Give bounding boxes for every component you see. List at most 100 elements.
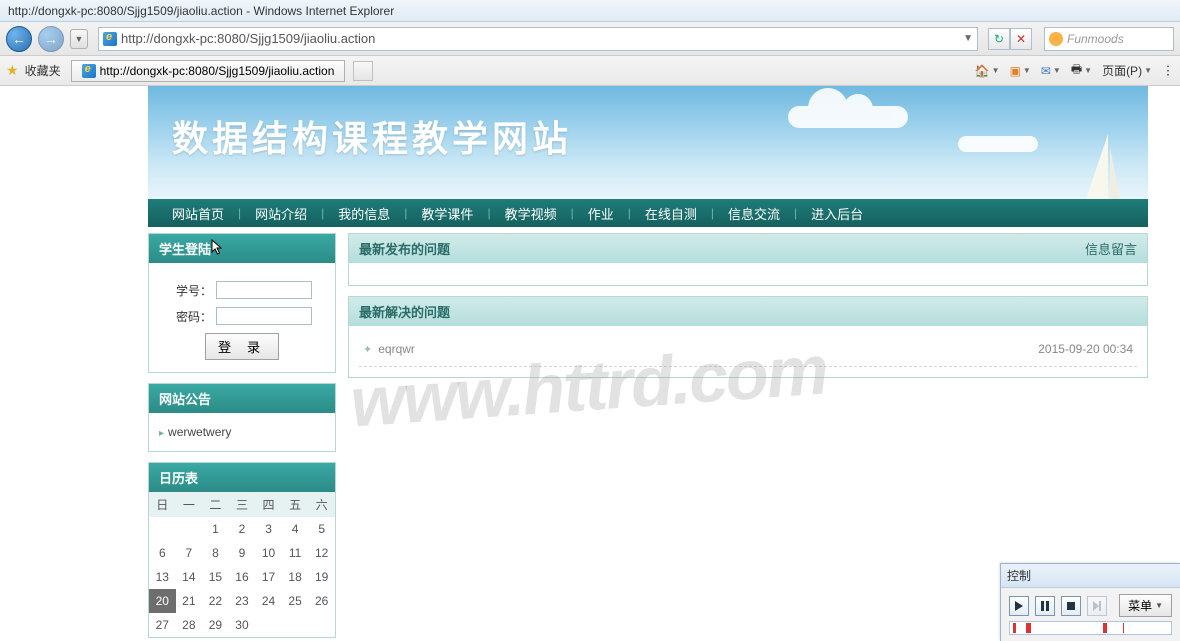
ie-icon bbox=[82, 64, 96, 78]
favorites-star-icon[interactable]: ★ bbox=[6, 62, 19, 79]
read-mail-button[interactable]: ✉▼ bbox=[1041, 64, 1061, 78]
search-placeholder: Funmoods bbox=[1067, 32, 1124, 46]
address-dropdown[interactable]: ▼ bbox=[963, 33, 973, 44]
leave-message-link[interactable]: 信息留言 bbox=[1085, 239, 1137, 258]
back-button[interactable]: ← bbox=[6, 26, 32, 52]
solved-posts-panel: 最新解决的问题 ✦ eqrqwr 2015-09-20 00:34 bbox=[348, 296, 1148, 378]
password-label: 密码： bbox=[172, 308, 212, 325]
login-button[interactable]: 登 录 bbox=[205, 333, 279, 360]
calendar-day[interactable]: 6 bbox=[149, 541, 176, 565]
calendar-day[interactable]: 27 bbox=[149, 613, 176, 637]
tab-title: http://dongxk-pc:8080/Sjjg1509/jiaoliu.a… bbox=[100, 64, 335, 78]
forward-button[interactable]: → bbox=[38, 26, 64, 52]
stop-button[interactable]: ✕ bbox=[1010, 28, 1032, 50]
menu-exchange[interactable]: 信息交流 bbox=[724, 204, 784, 223]
recent-dropdown[interactable]: ▼ bbox=[70, 29, 88, 49]
login-header: 学生登陆 bbox=[149, 234, 335, 263]
address-input[interactable] bbox=[121, 31, 959, 46]
calendar-day[interactable]: 26 bbox=[308, 589, 335, 613]
calendar-day bbox=[176, 517, 203, 541]
password-input[interactable] bbox=[216, 307, 312, 325]
menu-selftest[interactable]: 在线自测 bbox=[641, 204, 701, 223]
menu-admin[interactable]: 进入后台 bbox=[807, 204, 867, 223]
calendar-day[interactable]: 2 bbox=[229, 517, 256, 541]
calendar-day[interactable]: 18 bbox=[282, 565, 309, 589]
calendar-day[interactable]: 9 bbox=[229, 541, 256, 565]
search-provider-icon bbox=[1049, 32, 1063, 46]
address-bar[interactable]: ▼ bbox=[98, 27, 978, 51]
control-panel: 控制 菜单▼ bbox=[1000, 563, 1180, 641]
calendar-day[interactable]: 11 bbox=[282, 541, 309, 565]
cloud-decoration bbox=[958, 136, 1038, 152]
latest-posts-panel: 最新发布的问题 信息留言 bbox=[348, 233, 1148, 286]
next-button[interactable] bbox=[1087, 596, 1107, 616]
calendar-header: 日历表 bbox=[149, 463, 335, 492]
menu-courseware[interactable]: 教学课件 bbox=[417, 204, 477, 223]
latest-posts-header: 最新发布的问题 信息留言 bbox=[349, 234, 1147, 263]
latest-posts-body bbox=[349, 263, 1147, 285]
pause-button[interactable] bbox=[1035, 596, 1055, 616]
calendar-day[interactable]: 16 bbox=[229, 565, 256, 589]
calendar-day[interactable]: 10 bbox=[255, 541, 282, 565]
calendar-day[interactable]: 3 bbox=[255, 517, 282, 541]
calendar-table: 日 一 二 三 四 五 六 12345 6789101112 131415161… bbox=[149, 492, 335, 637]
search-box[interactable]: Funmoods bbox=[1044, 27, 1174, 51]
calendar-day bbox=[282, 613, 309, 637]
more-menu[interactable]: ︙ bbox=[1162, 62, 1174, 79]
calendar-day[interactable]: 25 bbox=[282, 589, 309, 613]
ie-icon bbox=[103, 32, 117, 46]
play-button[interactable] bbox=[1009, 596, 1029, 616]
print-button[interactable]: 🖶▼ bbox=[1071, 60, 1092, 81]
timeline-bar[interactable] bbox=[1009, 621, 1172, 635]
menu-homework[interactable]: 作业 bbox=[584, 204, 618, 223]
calendar-day[interactable]: 30 bbox=[229, 613, 256, 637]
calendar-day[interactable]: 12 bbox=[308, 541, 335, 565]
menu-home[interactable]: 网站首页 bbox=[168, 204, 228, 223]
student-id-input[interactable] bbox=[216, 281, 312, 299]
calendar-day[interactable]: 4 bbox=[282, 517, 309, 541]
viewport: 数据结构课程教学网站 网站首页| 网站介绍| 我的信息| 教学课件| 教学视频|… bbox=[0, 86, 1180, 641]
cloud-decoration bbox=[788, 106, 908, 128]
solved-title: eqrqwr bbox=[378, 342, 415, 356]
home-button[interactable]: 🏠▼ bbox=[975, 64, 1000, 78]
calendar-day[interactable]: 15 bbox=[202, 565, 229, 589]
window-titlebar: http://dongxk-pc:8080/Sjjg1509/jiaoliu.a… bbox=[0, 0, 1180, 22]
calendar-day[interactable]: 13 bbox=[149, 565, 176, 589]
calendar-day[interactable]: 24 bbox=[255, 589, 282, 613]
stop-media-button[interactable] bbox=[1061, 596, 1081, 616]
rss-button[interactable]: ▣▼ bbox=[1010, 64, 1031, 78]
calendar-day[interactable]: 14 bbox=[176, 565, 203, 589]
calendar-day[interactable]: 19 bbox=[308, 565, 335, 589]
menu-video[interactable]: 教学视频 bbox=[501, 204, 561, 223]
refresh-button[interactable]: ↻ bbox=[988, 28, 1010, 50]
solved-posts-header: 最新解决的问题 bbox=[349, 297, 1147, 326]
calendar-day[interactable]: 21 bbox=[176, 589, 203, 613]
calendar-day[interactable]: 29 bbox=[202, 613, 229, 637]
control-menu[interactable]: 菜单▼ bbox=[1119, 594, 1172, 617]
calendar-day[interactable]: 7 bbox=[176, 541, 203, 565]
browser-tab[interactable]: http://dongxk-pc:8080/Sjjg1509/jiaoliu.a… bbox=[71, 60, 346, 82]
calendar-day bbox=[255, 613, 282, 637]
calendar-day[interactable]: 5 bbox=[308, 517, 335, 541]
sailboat-decoration bbox=[1110, 147, 1120, 199]
calendar-day[interactable]: 8 bbox=[202, 541, 229, 565]
calendar-day[interactable]: 20 bbox=[149, 589, 176, 613]
site-banner: 数据结构课程教学网站 bbox=[148, 86, 1148, 199]
calendar-day[interactable]: 23 bbox=[229, 589, 256, 613]
menu-myinfo[interactable]: 我的信息 bbox=[334, 204, 394, 223]
favorites-label[interactable]: 收藏夹 bbox=[25, 62, 61, 79]
calendar-panel: 日历表 日 一 二 三 四 五 六 12 bbox=[148, 462, 336, 638]
calendar-day[interactable]: 17 bbox=[255, 565, 282, 589]
calendar-day[interactable]: 28 bbox=[176, 613, 203, 637]
notice-item[interactable]: werwetwery bbox=[159, 423, 325, 441]
login-panel: 学生登陆 学号： 密码： 登 bbox=[148, 233, 336, 373]
menu-intro[interactable]: 网站介绍 bbox=[251, 204, 311, 223]
calendar-day[interactable]: 22 bbox=[202, 589, 229, 613]
calendar-day bbox=[149, 517, 176, 541]
notice-panel: 网站公告 werwetwery bbox=[148, 383, 336, 452]
new-tab-button[interactable] bbox=[353, 61, 373, 81]
page-menu[interactable]: 页面(P) ▼ bbox=[1102, 62, 1152, 79]
calendar-day[interactable]: 1 bbox=[202, 517, 229, 541]
solved-item[interactable]: ✦ eqrqwr 2015-09-20 00:34 bbox=[359, 336, 1137, 367]
student-id-label: 学号： bbox=[172, 282, 212, 299]
